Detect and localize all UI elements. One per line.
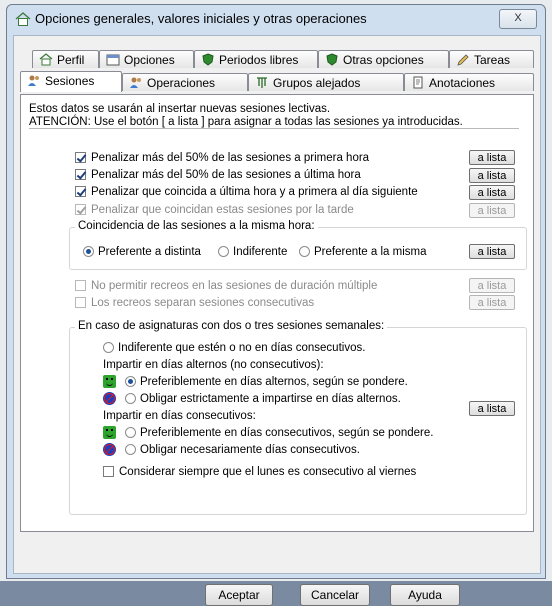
a-lista-button-8[interactable]: a lista [469, 401, 515, 416]
users-icon [28, 75, 39, 86]
tab-sesiones[interactable]: Sesiones [20, 71, 122, 92]
radio[interactable] [125, 427, 136, 438]
tab-anotaciones[interactable]: Anotaciones [404, 73, 534, 91]
tab-opciones[interactable]: Opciones [99, 50, 194, 68]
checkbox[interactable] [75, 152, 86, 163]
tab-grupos-alejados[interactable]: Grupos alejados [248, 73, 404, 91]
tab-tareas[interactable]: Tareas [449, 50, 534, 68]
a-lista-button-5[interactable]: a lista [469, 244, 515, 259]
cancel-button[interactable]: Cancelar [300, 584, 370, 606]
window-title: Opciones generales, valores iniciales y … [35, 11, 367, 26]
radio[interactable] [125, 393, 136, 404]
a-lista-button-6[interactable]: a lista [469, 278, 515, 293]
a-lista-button-1[interactable]: a lista [469, 150, 515, 165]
a-lista-button-7[interactable]: a lista [469, 295, 515, 310]
tab-periodos-libres[interactable]: Periodos libres [194, 50, 318, 68]
radio-alternos-obligar[interactable]: Obligar estrictamente a impartirse en dí… [125, 392, 401, 406]
radio-preferente-distinta[interactable]: Preferente a distinta [83, 245, 201, 259]
radio-alternos-preferible[interactable]: Preferiblemente en días alternos, según … [125, 375, 408, 389]
radio-preferente-misma[interactable]: Preferente a la misma [299, 245, 427, 259]
alternos-heading: Impartir en días alternos (no consecutiv… [103, 359, 324, 371]
radio[interactable] [83, 246, 94, 257]
users-icon [130, 77, 141, 88]
radio-consecutivos-preferible[interactable]: Preferiblemente en días consecutivos, se… [125, 426, 433, 440]
pencil-icon [457, 54, 469, 66]
checkbox[interactable] [75, 280, 86, 291]
tab-operaciones[interactable]: Operaciones [122, 73, 248, 91]
divider [29, 128, 519, 129]
checkbox[interactable] [75, 297, 86, 308]
shield-icon [326, 53, 338, 66]
shield-icon [202, 53, 214, 66]
a-lista-button-4[interactable]: a lista [469, 203, 515, 218]
title-bar[interactable]: Opciones generales, valores iniciales y … [7, 5, 545, 33]
checkbox[interactable] [103, 466, 114, 477]
tab-otras-opciones[interactable]: Otras opciones [318, 50, 449, 68]
check-no-recreos[interactable]: No permitir recreos en las sesiones de d… [75, 279, 377, 293]
radio[interactable] [125, 376, 136, 387]
check-primera-hora[interactable]: Penalizar más del 50% de las sesiones a … [75, 151, 369, 165]
radio-indiferente[interactable]: Indiferente [218, 245, 287, 259]
sesiones-panel: Estos datos se usarán al insertar nuevas… [20, 94, 534, 532]
radio[interactable] [218, 246, 229, 257]
checkbox[interactable] [75, 204, 86, 215]
forbidden-icon [103, 392, 116, 405]
note-icon [413, 76, 423, 89]
radio[interactable] [103, 342, 114, 353]
a-lista-button-3[interactable]: a lista [469, 185, 515, 200]
check-ultima-hora[interactable]: Penalizar más del 50% de las sesiones a … [75, 168, 361, 182]
help-button[interactable]: Ayuda [390, 584, 460, 606]
asignaturas-title: En caso de asignaturas con dos o tres se… [75, 320, 388, 332]
check-por-la-tarde[interactable]: Penalizar que coincidan estas sesiones p… [75, 203, 354, 217]
dialog-client: Perfil Opciones Periodos libres Otras op… [13, 35, 541, 606]
a-lista-button-2[interactable]: a lista [469, 168, 515, 183]
settings-window-icon [106, 54, 120, 66]
close-button[interactable]: X [499, 9, 537, 29]
check-recreos-separan[interactable]: Los recreos separan sesiones consecutiva… [75, 296, 314, 310]
home-icon [15, 12, 31, 26]
smiley-icon [103, 375, 116, 388]
smiley-icon [103, 426, 116, 439]
radio[interactable] [299, 246, 310, 257]
check-lunes-viernes[interactable]: Considerar siempre que el lunes es conse… [103, 465, 416, 479]
home-icon [39, 53, 53, 66]
grid-icon [257, 77, 267, 88]
coincidencia-title: Coincidencia de las sesiones a la misma … [75, 220, 318, 232]
tab-perfil[interactable]: Perfil [32, 50, 99, 68]
forbidden-icon [103, 443, 116, 456]
accept-button[interactable]: Aceptar [205, 584, 273, 606]
checkbox[interactable] [75, 169, 86, 180]
check-ultima-primera[interactable]: Penalizar que coincida a última hora y a… [75, 185, 418, 199]
info-text: Estos datos se usarán al insertar nuevas… [29, 103, 463, 128]
radio-consecutivos-obligar[interactable]: Obligar necesariamente días consecutivos… [125, 443, 360, 457]
dialog-window: Opciones generales, valores iniciales y … [6, 4, 546, 606]
radio-indiferente-consecutivos[interactable]: Indiferente que estén o no en días conse… [103, 341, 365, 355]
radio[interactable] [125, 444, 136, 455]
checkbox[interactable] [75, 186, 86, 197]
consecutivos-heading: Impartir en días consecutivos: [103, 410, 256, 422]
